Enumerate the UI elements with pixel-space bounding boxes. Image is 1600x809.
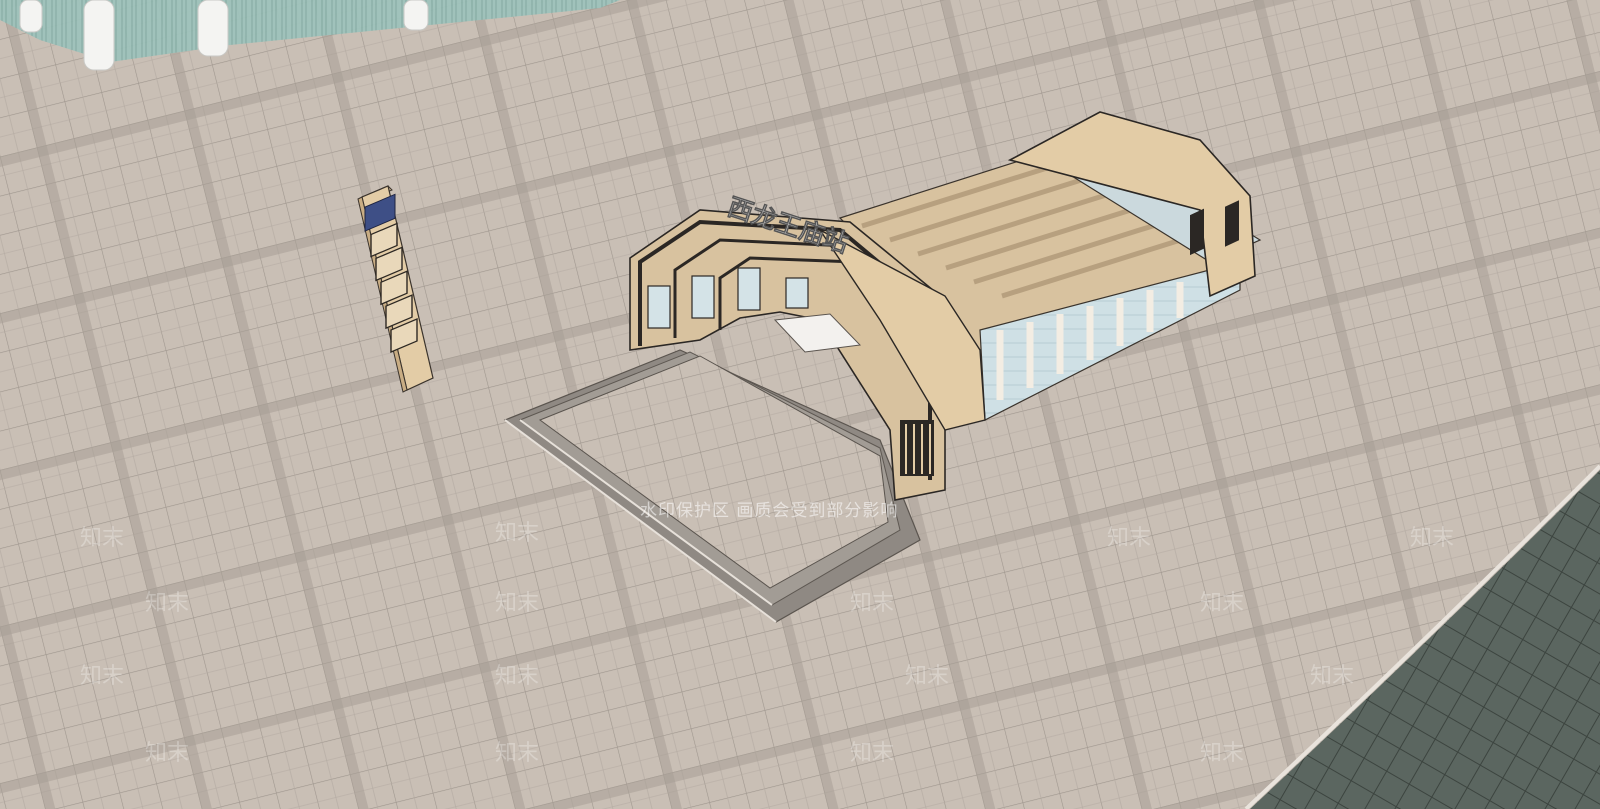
watermark-logo: 知末 <box>905 664 950 689</box>
watermark-logo: 知末 <box>850 591 895 616</box>
watermark-logo: 知末 <box>1107 526 1152 551</box>
watermark-logo: 知末 <box>1200 741 1245 766</box>
watermark-logo: 知末 <box>145 591 190 616</box>
watermark-logo: 知末 <box>495 521 540 546</box>
watermark-logo: 知末 <box>145 741 190 766</box>
watermark-logo: 知末 <box>80 526 125 551</box>
watermark-logo: 知末 <box>1200 591 1245 616</box>
watermark-text: 水印保护区 画质会受到部分影响 <box>640 501 899 521</box>
canopy-window <box>647 285 671 329</box>
watermark-logo: 知末 <box>495 664 540 689</box>
canopy-window <box>785 277 809 309</box>
watermark-logo: 知末 <box>495 591 540 616</box>
watermark-logo: 知末 <box>80 664 125 689</box>
watermark-logo: 知末 <box>850 741 895 766</box>
watermark-logo: 知末 <box>1310 664 1355 689</box>
end-window <box>1225 200 1239 247</box>
watermark-logo: 知末 <box>1410 526 1455 551</box>
sketchup-viewport: 西龙王庙站 <box>0 0 1600 809</box>
canopy-window <box>737 267 761 311</box>
watermark-logo: 知末 <box>495 741 540 766</box>
end-window <box>1190 208 1204 256</box>
canopy-window <box>691 275 715 319</box>
